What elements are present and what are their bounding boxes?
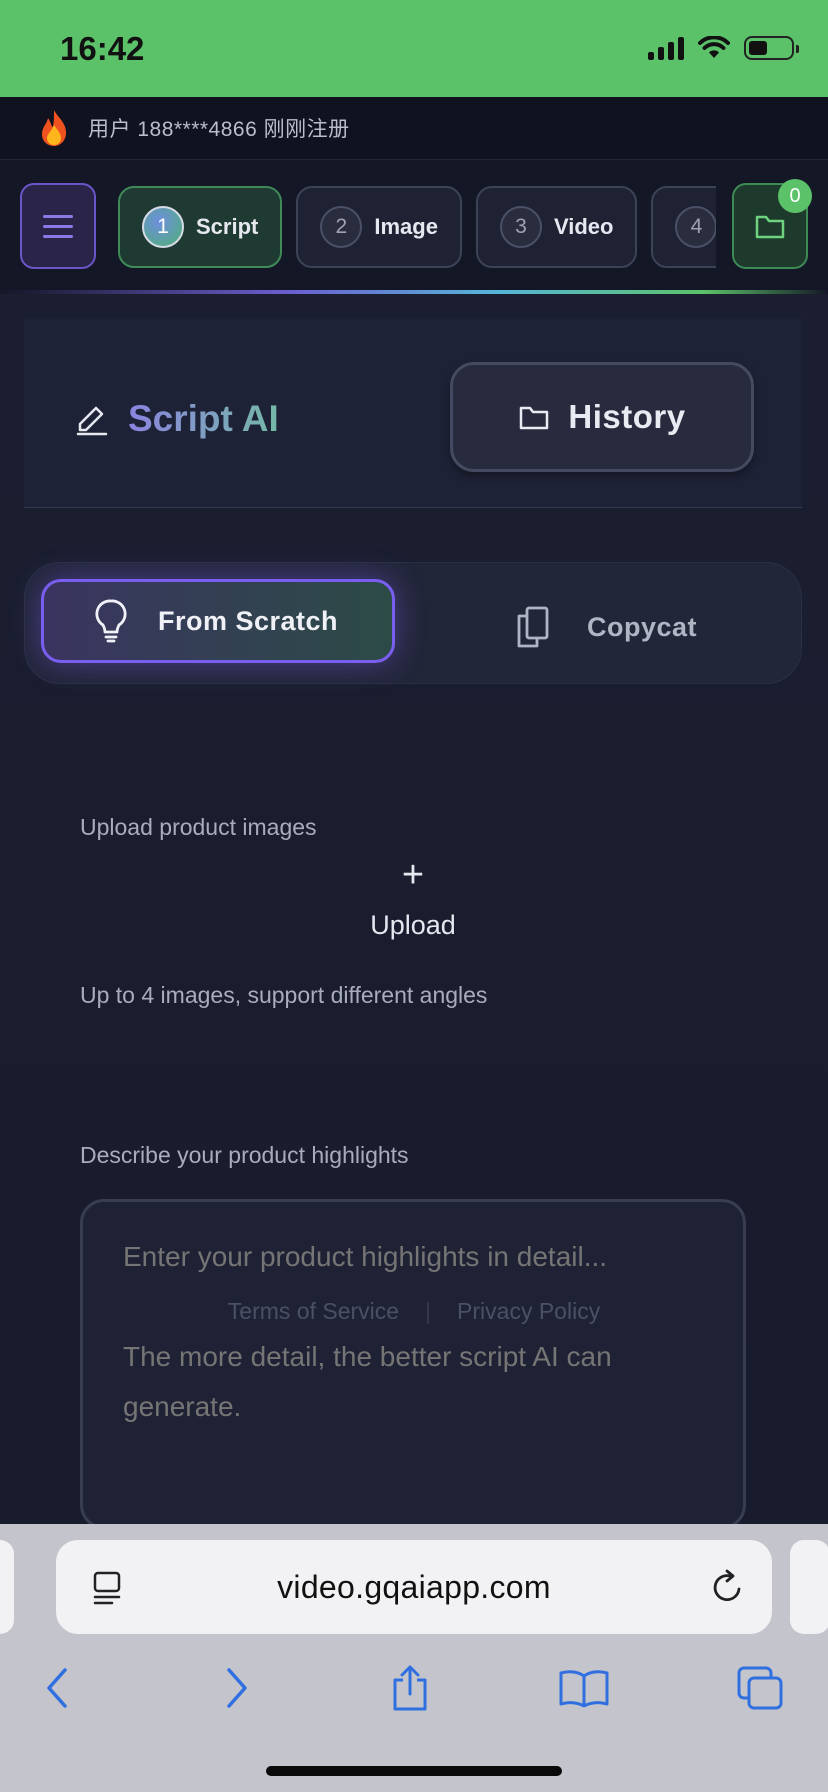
chevron-right-icon	[227, 1668, 247, 1708]
step-4[interactable]: 4	[651, 186, 716, 268]
reload-icon[interactable]	[710, 1568, 746, 1606]
cellular-signal-icon	[648, 36, 684, 60]
highlights-input-box	[80, 1199, 746, 1529]
title-group: Script AI	[74, 398, 279, 440]
copycat-button[interactable]: Copycat	[515, 585, 697, 669]
history-label: History	[568, 398, 686, 435]
step-script[interactable]: 1 Script	[118, 186, 283, 268]
page-title: Script AI	[128, 398, 279, 439]
book-icon	[559, 1670, 609, 1708]
history-button[interactable]: History	[450, 362, 754, 472]
tabs-icon	[737, 1666, 783, 1710]
chevron-left-icon	[47, 1668, 67, 1708]
plus-icon: +	[401, 854, 425, 896]
footer-links: Terms of Service | Privacy Policy	[0, 1298, 828, 1325]
from-scratch-button[interactable]: From Scratch	[41, 579, 395, 663]
browser-toolbar	[0, 1658, 828, 1738]
status-time: 16:42	[60, 30, 145, 67]
step-label: Script	[196, 214, 259, 239]
status-bar: 16:42	[0, 0, 828, 97]
privacy-link[interactable]: Privacy Policy	[457, 1298, 600, 1325]
step-label: Image	[374, 214, 438, 239]
step-navigation: 1 Script 2 Image 3 Video 4 0	[0, 160, 828, 294]
hamburger-icon	[43, 214, 73, 218]
step-number: 4	[675, 206, 716, 248]
step-video[interactable]: 3 Video	[475, 186, 638, 268]
from-scratch-label: From Scratch	[158, 605, 339, 636]
previous-tab-peek[interactable]	[0, 1540, 14, 1634]
step-image[interactable]: 2 Image	[296, 186, 462, 268]
step-number: 1	[142, 206, 184, 248]
upload-section-label: Upload product images	[80, 814, 317, 840]
upload-hint: Up to 4 images, support different angles	[80, 982, 488, 1008]
step-label: Video	[553, 214, 614, 239]
copy-icon	[517, 606, 549, 648]
url-text: video.gqaiapp.com	[277, 1568, 551, 1605]
status-icons	[648, 36, 799, 60]
menu-button[interactable]	[20, 183, 96, 269]
highlights-textarea[interactable]	[123, 1232, 709, 1452]
browser-bottom-bar: video.gqaiapp.com	[0, 1524, 828, 1792]
lightbulb-icon	[95, 599, 127, 643]
flame-icon	[42, 110, 66, 146]
copycat-label: Copycat	[587, 611, 698, 642]
wifi-icon	[698, 36, 730, 58]
share-button[interactable]	[380, 1658, 440, 1718]
bookmarks-button[interactable]	[554, 1658, 614, 1718]
signup-notice-text: 用户 188****4866 刚刚注册	[88, 118, 350, 141]
tabs-button[interactable]	[730, 1658, 790, 1718]
upload-label: Upload	[370, 910, 456, 940]
page-header: Script AI History	[24, 318, 802, 508]
next-tab-peek[interactable]	[790, 1540, 828, 1634]
step-number: 3	[499, 206, 542, 248]
highlights-section-label: Describe your product highlights	[80, 1142, 409, 1168]
step-number: 2	[320, 206, 363, 248]
main-content: Script AI History From Scratch Copycat U…	[0, 294, 828, 1529]
folder-icon	[520, 406, 549, 430]
battery-level	[749, 41, 767, 55]
forward-button[interactable]	[206, 1658, 266, 1718]
folder-count-badge: 0	[778, 179, 812, 213]
page-menu-icon[interactable]	[90, 1570, 124, 1606]
pencil-icon	[76, 406, 108, 436]
projects-folder-button[interactable]: 0	[732, 179, 812, 269]
battery-icon	[744, 36, 799, 60]
terms-link[interactable]: Terms of Service	[228, 1298, 399, 1325]
url-bar[interactable]: video.gqaiapp.com	[56, 1540, 772, 1634]
back-button[interactable]	[28, 1658, 88, 1718]
home-indicator	[266, 1766, 562, 1776]
upload-button[interactable]: + Upload	[320, 854, 506, 958]
folder-icon	[755, 215, 785, 239]
footer-separator: |	[425, 1298, 432, 1324]
signup-notice-bar: 用户 188****4866 刚刚注册	[0, 97, 828, 160]
steps-scroller[interactable]: 1 Script 2 Image 3 Video 4	[118, 184, 716, 270]
mode-toggle: From Scratch Copycat	[24, 562, 802, 684]
share-icon	[393, 1665, 427, 1711]
